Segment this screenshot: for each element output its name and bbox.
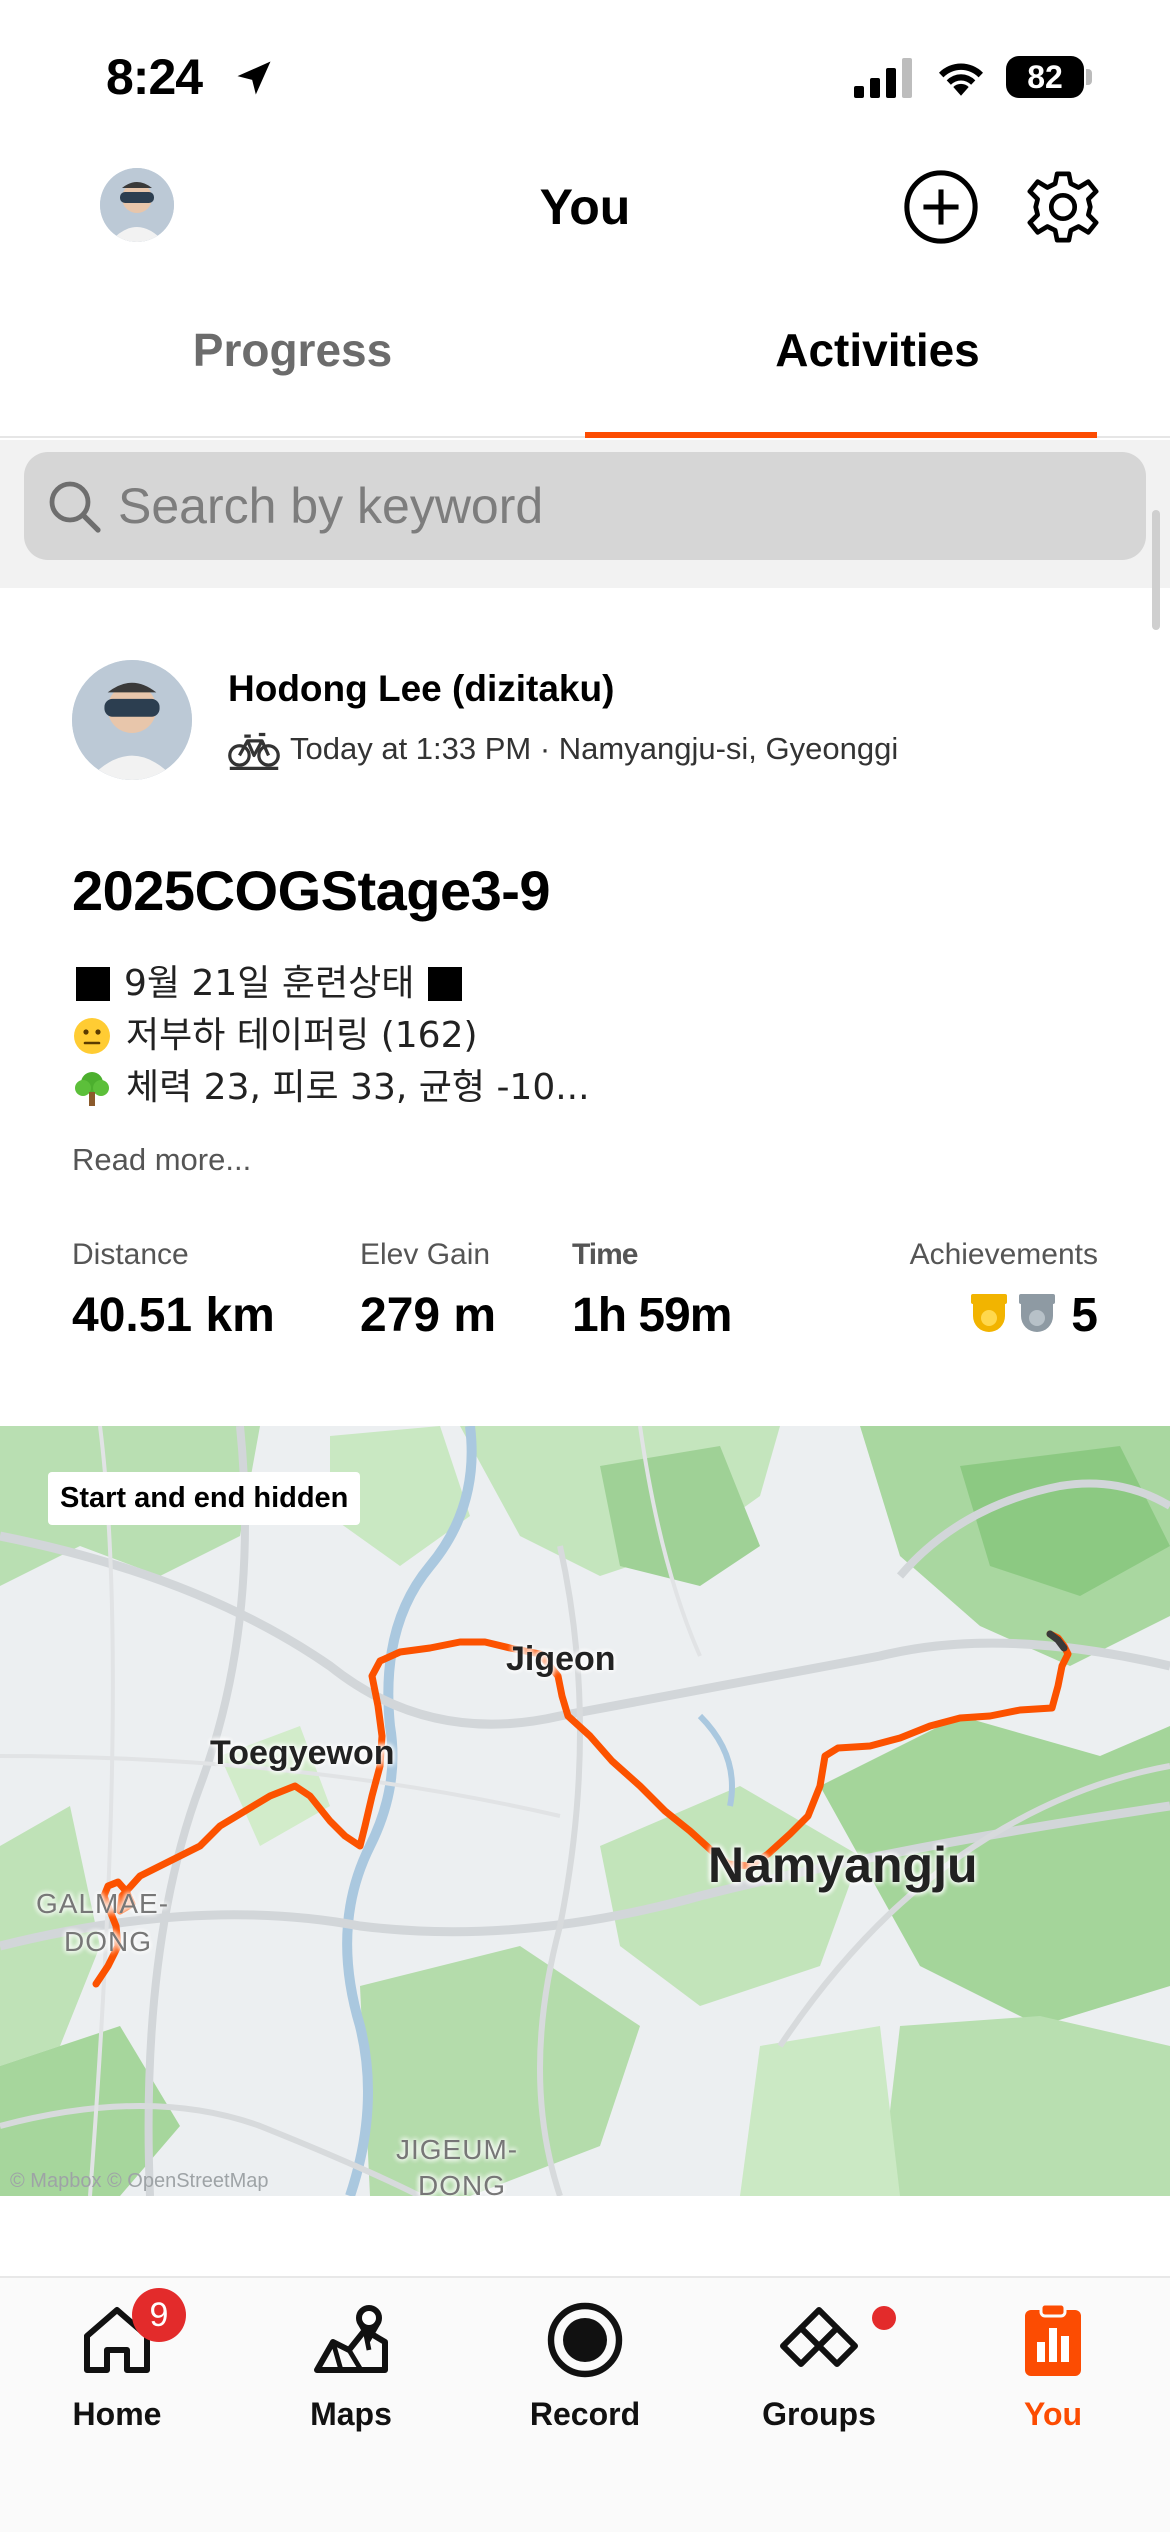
description-line: 9월 21일 훈련상태 [72,958,590,1010]
activity-stats: Distance 40.51 km Elev Gain 279 m Time 1… [0,1238,1170,1378]
description-line: 체력 23, 피로 33, 균형 -10... [72,1062,590,1114]
gold-medal-icon [971,1293,1008,1332]
stat-time: Time 1h 59m [572,1238,732,1342]
nav-groups[interactable]: Groups [702,2298,936,2433]
silver-medal-icon [1019,1293,1056,1332]
gear-icon[interactable] [1024,168,1102,246]
nav-record[interactable]: Record [468,2298,702,2433]
cellular-signal-icon [854,58,912,98]
achievement-count: 5 [1071,1289,1098,1342]
map-canvas [0,1426,1170,2196]
tab-progress[interactable]: Progress [0,290,585,438]
activity-description: 9월 21일 훈련상태 저부하 테이퍼링 (162) 체력 23, 피로 33,… [72,958,590,1114]
search-input[interactable] [118,452,1098,560]
groups-icon [780,2307,858,2367]
map-district-label: JIGEUM- [396,2134,519,2165]
add-icon[interactable] [902,168,980,246]
tab-activities[interactable]: Activities [585,290,1170,438]
stat-achievements[interactable]: Achievements 5 [910,1238,1098,1343]
black-square-icon [428,967,463,1001]
map-place-label: Namyangju [708,1837,978,1893]
map-place-label: Jigeon [506,1640,616,1678]
activity-card[interactable]: Hodong Lee (dizitaku) Today at 1:33 PM ·… [0,590,1170,2210]
route-map[interactable]: Start and end hidden Jigeon Toegyewon Na… [0,1426,1170,2196]
header: You [0,150,1170,270]
neutral-face-icon [74,1018,110,1054]
stat-elev-gain: Elev Gain 279 m [360,1238,497,1342]
nav-maps[interactable]: Maps [234,2298,468,2433]
wifi-icon [939,63,983,96]
read-more-link[interactable]: Read more... [72,1142,251,1178]
status-time: 8:24 [106,49,203,105]
map-attribution[interactable]: © Mapbox © OpenStreetMap [10,2170,269,2193]
activity-title[interactable]: 2025COGStage3-9 [72,858,551,923]
record-icon [547,2302,623,2378]
clipboard-chart-icon [1025,2302,1081,2376]
groups-notification-dot [872,2306,896,2330]
active-tab-indicator [585,432,1097,438]
tab-bar: Progress Activities [0,290,1170,438]
athlete-avatar[interactable] [72,660,192,780]
bike-icon [228,732,280,770]
black-square-icon [76,967,110,1001]
activity-time-location: Today at 1:33 PM · Namyangju-si, Gyeongg… [290,731,899,766]
athlete-avatar-image [72,660,192,780]
map-district-label: GALMAE- [36,1888,170,1919]
map-district-label: DONG [64,1926,152,1957]
location-arrow-icon [237,61,271,95]
battery-icon: 82 [1006,56,1092,98]
tree-icon [75,1072,109,1106]
athlete-name[interactable]: Hodong Lee (dizitaku) [228,668,614,710]
nav-you[interactable]: You [936,2298,1170,2433]
search-icon [49,481,101,533]
bottom-navigation: Home 9 Maps Record Groups You [0,2276,1170,2532]
maps-icon [314,2305,388,2373]
description-line: 저부하 테이퍼링 (162) [72,1010,590,1062]
search-area [0,440,1170,588]
battery-level: 82 [1006,56,1084,98]
search-box[interactable] [24,452,1146,560]
start-end-hidden-label: Start and end hidden [48,1472,361,1525]
stat-distance: Distance 40.51 km [72,1238,275,1342]
page-title: You [539,179,631,235]
home-notification-badge: 9 [132,2288,186,2342]
activity-meta: Today at 1:33 PM · Namyangju-si, Gyeongg… [228,728,898,770]
status-bar: 8:24 82 [0,0,1170,150]
nav-home[interactable]: Home [0,2298,234,2433]
map-district-label: DONG [418,2170,506,2196]
map-place-label: Toegyewon [210,1734,395,1772]
